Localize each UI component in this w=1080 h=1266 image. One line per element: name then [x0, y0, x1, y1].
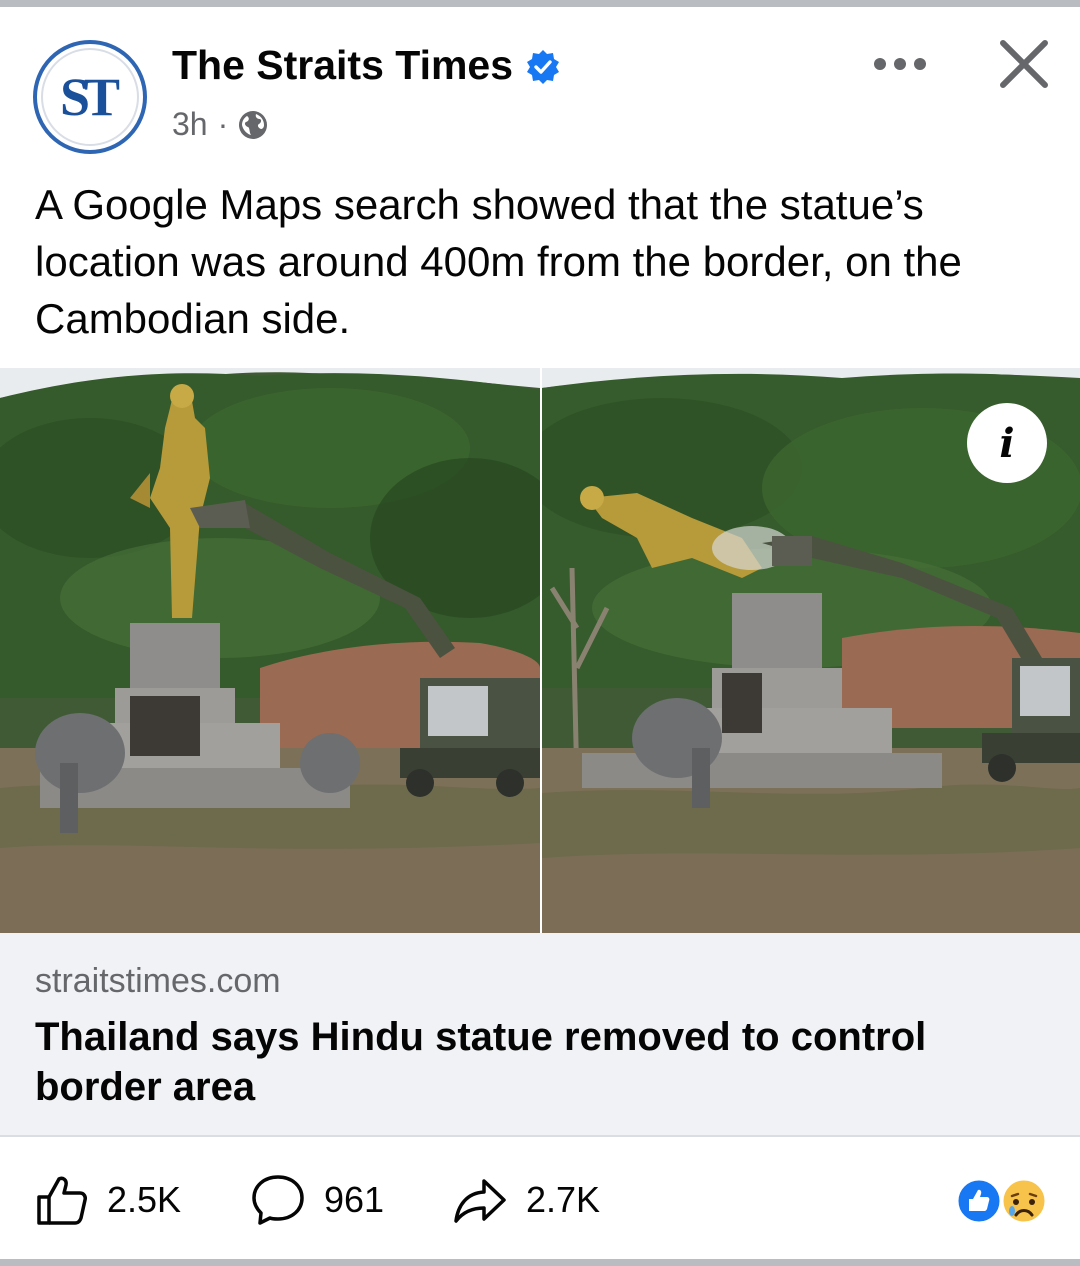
- bottom-divider: [0, 1259, 1080, 1266]
- close-button[interactable]: [990, 30, 1058, 98]
- globe-icon[interactable]: [238, 110, 268, 140]
- info-button[interactable]: i: [967, 403, 1047, 483]
- more-options-icon: [874, 58, 926, 70]
- like-reaction-icon: [955, 1177, 1003, 1225]
- more-options-button[interactable]: [868, 42, 932, 86]
- sad-reaction-icon: [1000, 1177, 1048, 1225]
- link-title[interactable]: Thailand says Hindu statue removed to co…: [35, 1012, 1035, 1112]
- avatar-ring: ST: [41, 48, 139, 146]
- avatar-initials: ST: [59, 67, 120, 127]
- share-count: 2.7K: [526, 1179, 601, 1220]
- close-icon: [1000, 40, 1048, 88]
- page-name-row: The Straits Times: [172, 42, 561, 89]
- info-icon: i: [999, 419, 1015, 467]
- share-button[interactable]: 2.7K: [452, 1170, 600, 1230]
- post-text: A Google Maps search showed that the sta…: [35, 181, 962, 342]
- post-timestamp[interactable]: 3h: [172, 106, 208, 143]
- page-avatar[interactable]: ST: [33, 40, 147, 154]
- meta-separator: ·: [217, 106, 229, 142]
- reactions-summary[interactable]: [954, 1176, 1050, 1226]
- link-domain[interactable]: straitstimes.com: [35, 962, 281, 1001]
- comment-icon: [252, 1175, 304, 1225]
- post-photo-left[interactable]: [0, 368, 540, 933]
- share-icon: [454, 1179, 506, 1223]
- verified-badge-icon: [525, 48, 561, 84]
- post-meta: 3h ·: [172, 106, 268, 143]
- like-button[interactable]: 2.5K: [35, 1170, 181, 1230]
- page-name[interactable]: The Straits Times: [172, 42, 513, 89]
- thumbs-up-icon: [37, 1176, 87, 1225]
- comment-count: 961: [324, 1179, 385, 1220]
- comment-button[interactable]: 961: [250, 1170, 384, 1230]
- like-count: 2.5K: [107, 1179, 182, 1220]
- top-divider: [0, 0, 1080, 7]
